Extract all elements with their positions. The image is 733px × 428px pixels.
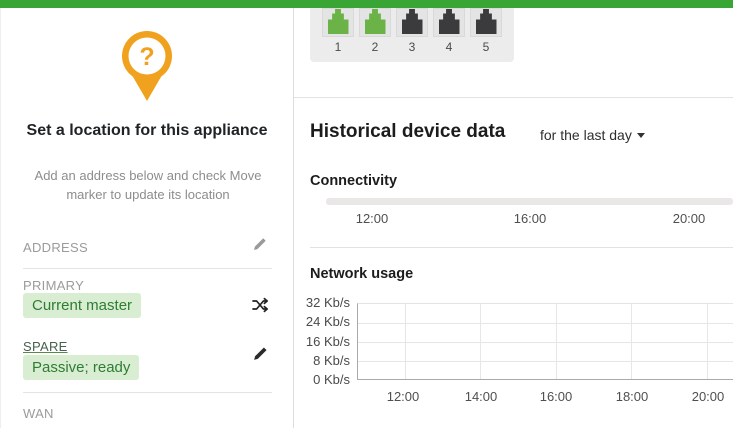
port-number-label: 5: [470, 40, 502, 54]
port-number-label: 2: [359, 40, 391, 54]
ethernet-port-icon: [322, 8, 354, 37]
port-3[interactable]: 3: [396, 8, 428, 54]
edit-spare-button[interactable]: [250, 346, 270, 366]
port-5[interactable]: 5: [470, 8, 502, 54]
gridline: [358, 323, 733, 324]
port-4[interactable]: 4: [433, 8, 465, 54]
pencil-icon: [252, 236, 268, 257]
sidebar-subtext: Add an address below and check Move mark…: [28, 166, 268, 204]
shuffle-icon: [251, 296, 269, 319]
ethernet-port-icon: [470, 8, 502, 37]
appliance-status-page: ? Set a location for this appliance Add …: [0, 0, 733, 428]
ethernet-port-icon: [433, 8, 465, 37]
swap-primary-button[interactable]: [250, 297, 270, 317]
gridline: [358, 342, 733, 343]
divider: [23, 268, 272, 269]
address-label: ADDRESS: [23, 240, 88, 255]
divider: [310, 247, 733, 248]
ethernet-port-icon: [359, 8, 391, 37]
pencil-icon: [252, 345, 269, 367]
tick-label: 12:00: [387, 389, 420, 404]
historical-data-title: Historical device data: [310, 121, 505, 143]
tick-label: 14:00: [465, 389, 498, 404]
tick-label: 12:00: [356, 211, 389, 226]
y-axis-label: 8 Kb/s: [294, 353, 350, 369]
svg-text:?: ?: [139, 43, 154, 71]
port-2[interactable]: 2: [359, 8, 391, 54]
question-location-pin-icon: ?: [118, 30, 176, 109]
port-number-label: 1: [322, 40, 354, 54]
y-axis-label: 32 Kb/s: [294, 295, 350, 311]
tick-label: 18:00: [616, 389, 649, 404]
network-usage-chart: [357, 303, 733, 380]
connectivity-timeline-bar: [326, 198, 733, 205]
divider: [23, 392, 272, 393]
ethernet-port-icon: [396, 8, 428, 37]
time-range-label: for the last day: [540, 127, 632, 143]
location-sidebar: ? Set a location for this appliance Add …: [0, 8, 294, 428]
primary-label: PRIMARY: [23, 278, 84, 293]
wan-label: WAN: [23, 406, 54, 421]
primary-status-badge: Current master: [23, 293, 141, 318]
y-axis-label: 0 Kb/s: [294, 372, 350, 388]
tick-label: 16:00: [540, 389, 573, 404]
spare-link[interactable]: SPARE: [23, 339, 68, 354]
edit-address-button[interactable]: [250, 236, 270, 256]
gridline: [358, 361, 733, 362]
spare-status-badge: Passive; ready: [23, 355, 139, 380]
time-range-dropdown[interactable]: for the last day: [540, 127, 645, 143]
divider: [294, 97, 733, 98]
device-detail-pane: 12345 Historical device data for the las…: [294, 8, 733, 428]
port-number-label: 3: [396, 40, 428, 54]
ports-panel: 12345: [310, 8, 514, 62]
top-accent-bar: [0, 0, 733, 8]
tick-label: 20:00: [673, 211, 706, 226]
y-axis-label: 16 Kb/s: [294, 334, 350, 350]
tick-label: 16:00: [514, 211, 547, 226]
chevron-down-icon: [637, 133, 645, 138]
network-usage-section-title: Network usage: [310, 266, 413, 282]
connectivity-section-title: Connectivity: [310, 173, 397, 189]
tick-label: 20:00: [692, 389, 725, 404]
port-number-label: 4: [433, 40, 465, 54]
port-1[interactable]: 1: [322, 8, 354, 54]
sidebar-heading: Set a location for this appliance: [1, 120, 293, 142]
y-axis-label: 24 Kb/s: [294, 314, 350, 330]
